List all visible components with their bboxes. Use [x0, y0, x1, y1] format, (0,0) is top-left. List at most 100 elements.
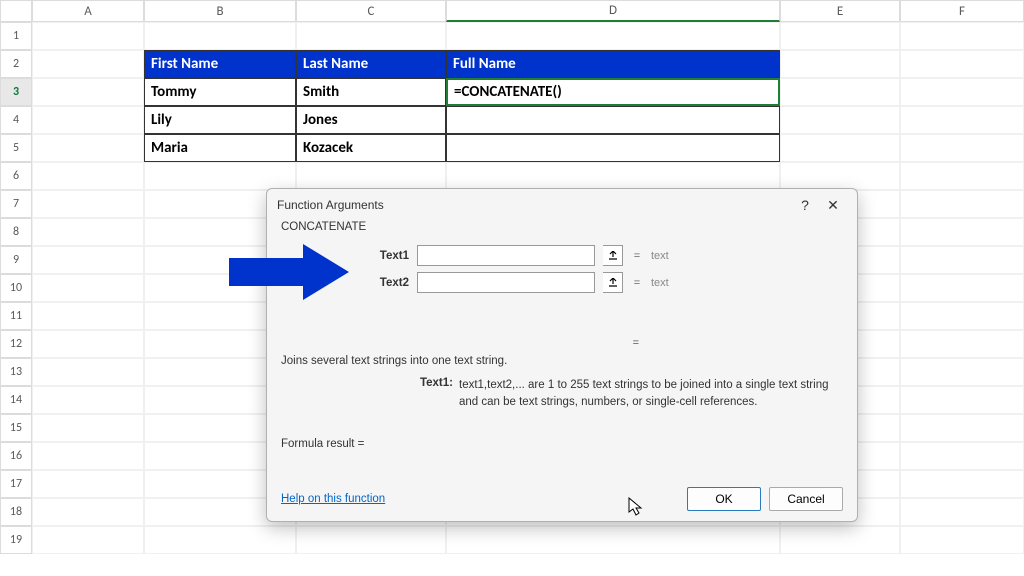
cell[interactable] [780, 526, 900, 554]
cell[interactable] [32, 358, 144, 386]
row-header[interactable]: 11 [0, 302, 32, 330]
cell[interactable] [900, 470, 1024, 498]
col-header-D[interactable]: D [446, 0, 780, 22]
row-header[interactable]: 17 [0, 470, 32, 498]
col-header-F[interactable]: F [900, 0, 1024, 22]
table-cell[interactable]: Maria [144, 134, 296, 162]
table-cell[interactable]: Tommy [144, 78, 296, 106]
cell[interactable] [32, 78, 144, 106]
cell[interactable] [144, 162, 296, 190]
active-cell[interactable]: =CONCATENATE() [446, 78, 780, 106]
col-header-C[interactable]: C [296, 0, 446, 22]
cell[interactable] [32, 330, 144, 358]
cell[interactable] [780, 134, 900, 162]
row-header[interactable]: 15 [0, 414, 32, 442]
cell[interactable] [144, 526, 296, 554]
cell[interactable] [446, 22, 780, 50]
help-on-function-link[interactable]: Help on this function [281, 493, 385, 505]
row-header[interactable]: 16 [0, 442, 32, 470]
row-header[interactable]: 1 [0, 22, 32, 50]
cell[interactable] [900, 162, 1024, 190]
cell[interactable] [32, 302, 144, 330]
row-header[interactable]: 4 [0, 106, 32, 134]
col-header-B[interactable]: B [144, 0, 296, 22]
cell[interactable] [780, 162, 900, 190]
dialog-close-button[interactable]: ✕ [819, 193, 847, 217]
col-header-A[interactable]: A [32, 0, 144, 22]
row-header[interactable]: 3 [0, 78, 32, 106]
dialog-help-button[interactable]: ? [791, 193, 819, 217]
cell[interactable] [446, 162, 780, 190]
row-header[interactable]: 8 [0, 218, 32, 246]
cell[interactable] [32, 386, 144, 414]
cell[interactable] [900, 414, 1024, 442]
table-cell[interactable]: Kozacek [296, 134, 446, 162]
cell[interactable] [32, 246, 144, 274]
cell[interactable] [32, 50, 144, 78]
cell[interactable] [900, 274, 1024, 302]
range-selector-button[interactable] [603, 272, 623, 293]
cell[interactable] [900, 246, 1024, 274]
cell[interactable] [32, 526, 144, 554]
table-cell[interactable] [446, 106, 780, 134]
cell[interactable] [900, 50, 1024, 78]
cell[interactable] [32, 498, 144, 526]
cell[interactable] [144, 22, 296, 50]
row-header[interactable]: 13 [0, 358, 32, 386]
cell[interactable] [296, 526, 446, 554]
cell[interactable] [32, 190, 144, 218]
cell[interactable] [900, 386, 1024, 414]
table-cell[interactable] [446, 134, 780, 162]
col-header-E[interactable]: E [780, 0, 900, 22]
table-header[interactable]: First Name [144, 50, 296, 78]
cell[interactable] [900, 78, 1024, 106]
argument-input-text1[interactable] [417, 245, 595, 266]
ok-button[interactable]: OK [687, 487, 761, 511]
cell[interactable] [780, 106, 900, 134]
cell[interactable] [780, 78, 900, 106]
row-header[interactable]: 19 [0, 526, 32, 554]
dialog-titlebar[interactable]: Function Arguments ? ✕ [267, 189, 857, 221]
table-header[interactable]: Last Name [296, 50, 446, 78]
cell[interactable] [32, 274, 144, 302]
cell[interactable] [32, 442, 144, 470]
cell[interactable] [296, 22, 446, 50]
cell[interactable] [32, 470, 144, 498]
table-header[interactable]: Full Name [446, 50, 780, 78]
row-header[interactable]: 7 [0, 190, 32, 218]
cell[interactable] [900, 498, 1024, 526]
cell[interactable] [900, 330, 1024, 358]
cell[interactable] [900, 302, 1024, 330]
row-header[interactable]: 5 [0, 134, 32, 162]
cell[interactable] [900, 134, 1024, 162]
table-cell[interactable]: Jones [296, 106, 446, 134]
table-cell[interactable]: Lily [144, 106, 296, 134]
cell[interactable] [446, 526, 780, 554]
row-header[interactable]: 14 [0, 386, 32, 414]
row-header[interactable]: 6 [0, 162, 32, 190]
range-selector-button[interactable] [603, 245, 623, 266]
cell[interactable] [296, 162, 446, 190]
cell[interactable] [900, 442, 1024, 470]
cell[interactable] [900, 22, 1024, 50]
cell[interactable] [900, 218, 1024, 246]
cell[interactable] [900, 190, 1024, 218]
cell[interactable] [780, 50, 900, 78]
cancel-button[interactable]: Cancel [769, 487, 843, 511]
row-header[interactable]: 12 [0, 330, 32, 358]
argument-input-text2[interactable] [417, 272, 595, 293]
row-header[interactable]: 2 [0, 50, 32, 78]
row-header[interactable]: 9 [0, 246, 32, 274]
cell[interactable] [780, 22, 900, 50]
row-header[interactable]: 18 [0, 498, 32, 526]
table-cell[interactable]: Smith [296, 78, 446, 106]
cell[interactable] [900, 358, 1024, 386]
cell[interactable] [900, 106, 1024, 134]
cell[interactable] [900, 526, 1024, 554]
cell[interactable] [32, 414, 144, 442]
cell[interactable] [32, 218, 144, 246]
select-all-corner[interactable] [0, 0, 32, 22]
cell[interactable] [32, 106, 144, 134]
cell[interactable] [32, 134, 144, 162]
cell[interactable] [32, 22, 144, 50]
